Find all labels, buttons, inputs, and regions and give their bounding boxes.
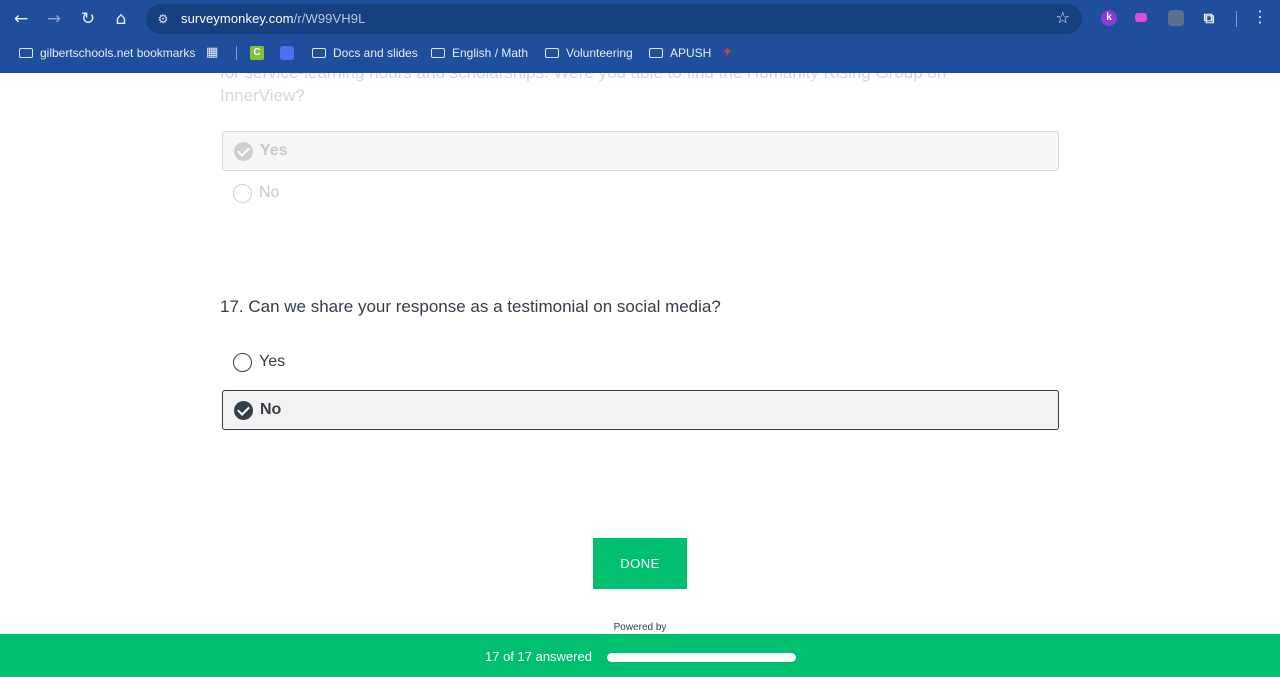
- toolbar-divider: [1236, 11, 1237, 27]
- done-button[interactable]: DONE: [593, 538, 687, 589]
- folder-icon: [312, 48, 326, 58]
- radio-circle-icon[interactable]: [233, 184, 252, 203]
- bookmark-label: APUSH: [670, 46, 712, 60]
- bookmark-label: English / Math: [452, 46, 529, 60]
- bookmark-english-math[interactable]: English / Math: [431, 44, 528, 62]
- bookmark-star-icon[interactable]: ☆: [1056, 8, 1070, 27]
- done-button-label: DONE: [620, 556, 660, 571]
- option-label: No: [260, 401, 282, 418]
- folder-icon: [19, 48, 33, 58]
- radio-circle-icon[interactable]: [233, 353, 252, 372]
- bookmark-volunteering[interactable]: Volunteering: [545, 44, 633, 62]
- bookmark-label: Volunteering: [566, 46, 633, 60]
- progress-track: [607, 653, 796, 662]
- browser-toolbar: ← → ↻ ⌂ ⚙ surveymonkey.com/r/W99VH9L ☆ k…: [0, 0, 1280, 38]
- reload-icon[interactable]: ↻: [75, 6, 101, 32]
- site-settings-icon[interactable]: ⚙: [154, 10, 172, 28]
- option-label: Yes: [259, 353, 286, 370]
- folder-icon: [545, 48, 559, 58]
- q16-option-yes[interactable]: Yes: [222, 131, 1059, 171]
- extensions-puzzle-icon[interactable]: ⧉: [1201, 10, 1217, 26]
- progress-label: 17 of 17 answered: [485, 649, 592, 664]
- bookmark-label: gilbertschools.net bookmarks: [40, 46, 196, 60]
- extension-camera-icon[interactable]: [1134, 10, 1150, 26]
- bookmark-gilbertschools[interactable]: gilbertschools.net bookmarks: [19, 44, 195, 62]
- address-bar[interactable]: ⚙ surveymonkey.com/r/W99VH9L ☆: [146, 4, 1082, 34]
- q16-option-no[interactable]: No: [222, 174, 1059, 214]
- bookmark-wave-icon[interactable]: [280, 46, 294, 60]
- bookmark-c-icon[interactable]: C: [250, 46, 264, 60]
- browser-chrome: ← → ↻ ⌂ ⚙ surveymonkey.com/r/W99VH9L ☆ k…: [0, 0, 1280, 73]
- extension-k-icon[interactable]: k: [1101, 10, 1117, 26]
- folder-icon: [431, 48, 445, 58]
- bookmark-docs-and-slides[interactable]: Docs and slides: [312, 44, 418, 62]
- survey-page[interactable]: for service-learning hours and scholarsh…: [0, 73, 1280, 677]
- powered-by-text: Powered by: [613, 622, 667, 633]
- q17-option-no[interactable]: No: [222, 390, 1059, 430]
- question-16-text: for service-learning hours and scholarsh…: [220, 73, 946, 105]
- extension-screen-icon[interactable]: [1168, 10, 1184, 26]
- forward-arrow-icon[interactable]: →: [41, 6, 67, 32]
- bookmark-apush[interactable]: APUSH: [649, 44, 711, 62]
- checkmark-circle-icon[interactable]: [234, 142, 253, 161]
- url-path: /r/W99VH9L: [293, 11, 366, 26]
- bookmarks-divider: [236, 46, 237, 60]
- q17-option-yes[interactable]: Yes: [222, 343, 1059, 383]
- checkmark-circle-icon[interactable]: [234, 401, 253, 420]
- bookmark-label: Docs and slides: [333, 46, 418, 60]
- option-label: Yes: [260, 142, 288, 159]
- option-label: No: [259, 184, 280, 201]
- back-arrow-icon[interactable]: ←: [8, 6, 34, 32]
- progress-fill: [607, 653, 796, 662]
- bookmarks-bar: gilbertschools.net bookmarks ▦ C Docs an…: [0, 40, 1280, 66]
- home-icon[interactable]: ⌂: [108, 6, 134, 32]
- question-17-title: 17. Can we share your response as a test…: [220, 297, 721, 316]
- apps-grid-icon[interactable]: ▦: [206, 44, 218, 62]
- flag-icon[interactable]: ✦: [722, 44, 733, 62]
- url-text[interactable]: surveymonkey.com/r/W99VH9L: [181, 11, 365, 26]
- url-domain: surveymonkey.com: [181, 11, 294, 26]
- folder-icon: [649, 48, 663, 58]
- progress-footer: 17 of 17 answered: [0, 634, 1280, 677]
- browser-menu-icon[interactable]: ⋮: [1252, 7, 1268, 26]
